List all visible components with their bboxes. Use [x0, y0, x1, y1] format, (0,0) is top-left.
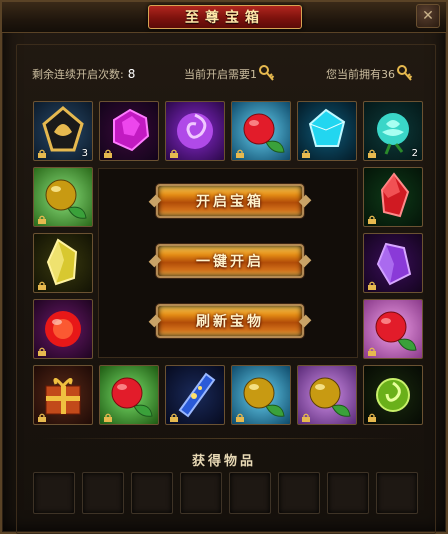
key-icon: [397, 65, 413, 81]
lock-icon: [368, 281, 376, 290]
key-needed-label: 当前开启需要1: [184, 68, 257, 81]
lock-icon: [368, 149, 376, 158]
lock-icon: [302, 413, 310, 422]
remaining-label: 剩余连续开启次数:: [32, 68, 124, 81]
key-icon: [259, 65, 275, 81]
item-slot-golden-fruit-orb-cyan[interactable]: [231, 365, 291, 425]
window-title: 至尊宝箱: [185, 10, 265, 26]
item-slot-purple-crystal[interactable]: [363, 233, 423, 293]
item-slot-red-fruit-orb-green[interactable]: [99, 365, 159, 425]
item-slot-yellow-crystal[interactable]: [33, 233, 93, 293]
obtained-title: 获得物品: [191, 454, 256, 469]
lock-icon: [104, 149, 112, 158]
item-slot-red-fruit-orb-pink[interactable]: [363, 299, 423, 359]
refresh-treasure-label: 刷新宝物: [196, 314, 264, 330]
item-slot-red-gem-crystal[interactable]: [363, 167, 423, 227]
obtained-slot[interactable]: [327, 472, 369, 514]
item-slot-purple-crystal-ore[interactable]: [99, 101, 159, 161]
obtained-slot[interactable]: [376, 472, 418, 514]
item-slot-blue-scroll[interactable]: [165, 365, 225, 425]
lock-icon: [368, 215, 376, 224]
keys-owned-label: 您当前拥有36: [326, 68, 395, 81]
lock-icon: [38, 413, 46, 422]
item-slot-cyan-rose[interactable]: 2: [363, 101, 423, 161]
remaining-opens: 剩余连续开启次数: 8: [32, 64, 135, 84]
item-slot-gift-box[interactable]: [33, 365, 93, 425]
obtained-slot[interactable]: [229, 472, 271, 514]
title-bar: 至尊宝箱 ✕: [2, 2, 446, 33]
lock-icon: [236, 149, 244, 158]
lock-icon: [368, 347, 376, 356]
open-chest-button[interactable]: 开启宝箱: [156, 184, 304, 218]
remaining-value: 8: [127, 67, 136, 81]
lock-icon: [170, 149, 178, 158]
key-needed: 当前开启需要1: [184, 64, 275, 84]
one-key-open-button[interactable]: 一键开启: [156, 244, 304, 278]
lock-icon: [38, 281, 46, 290]
obtained-slot[interactable]: [33, 472, 75, 514]
title-plate: 至尊宝箱: [148, 5, 302, 29]
lock-icon: [38, 149, 46, 158]
item-slot-golden-fruit-orb[interactable]: [33, 167, 93, 227]
item-slot-red-fruit-orb[interactable]: [231, 101, 291, 161]
obtained-slot[interactable]: [278, 472, 320, 514]
lock-icon: [302, 149, 310, 158]
item-slot-cyan-diamond[interactable]: [297, 101, 357, 161]
obtained-slot[interactable]: [180, 472, 222, 514]
one-key-open-label: 一键开启: [196, 254, 264, 270]
item-slot-green-swirl-orb[interactable]: [363, 365, 423, 425]
item-count: 3: [81, 148, 88, 159]
lock-icon: [38, 347, 46, 356]
item-slot-golden-fruit-orb-purple[interactable]: [297, 365, 357, 425]
open-chest-label: 开启宝箱: [196, 194, 264, 210]
lock-icon: [38, 215, 46, 224]
obtained-slot[interactable]: [82, 472, 124, 514]
lock-icon: [170, 413, 178, 422]
divider: [40, 438, 408, 439]
refresh-treasure-button[interactable]: 刷新宝物: [156, 304, 304, 338]
item-slot-golden-dragon-token[interactable]: 3: [33, 101, 93, 161]
item-slot-red-glow-orb[interactable]: [33, 299, 93, 359]
lock-icon: [104, 413, 112, 422]
lock-icon: [368, 413, 376, 422]
obtained-slot[interactable]: [131, 472, 173, 514]
close-icon: ✕: [422, 8, 434, 24]
keys-owned: 您当前拥有36: [326, 64, 413, 84]
item-count: 2: [411, 148, 418, 159]
lock-icon: [236, 413, 244, 422]
close-button[interactable]: ✕: [416, 4, 440, 28]
item-slot-purple-swirl-orb[interactable]: [165, 101, 225, 161]
